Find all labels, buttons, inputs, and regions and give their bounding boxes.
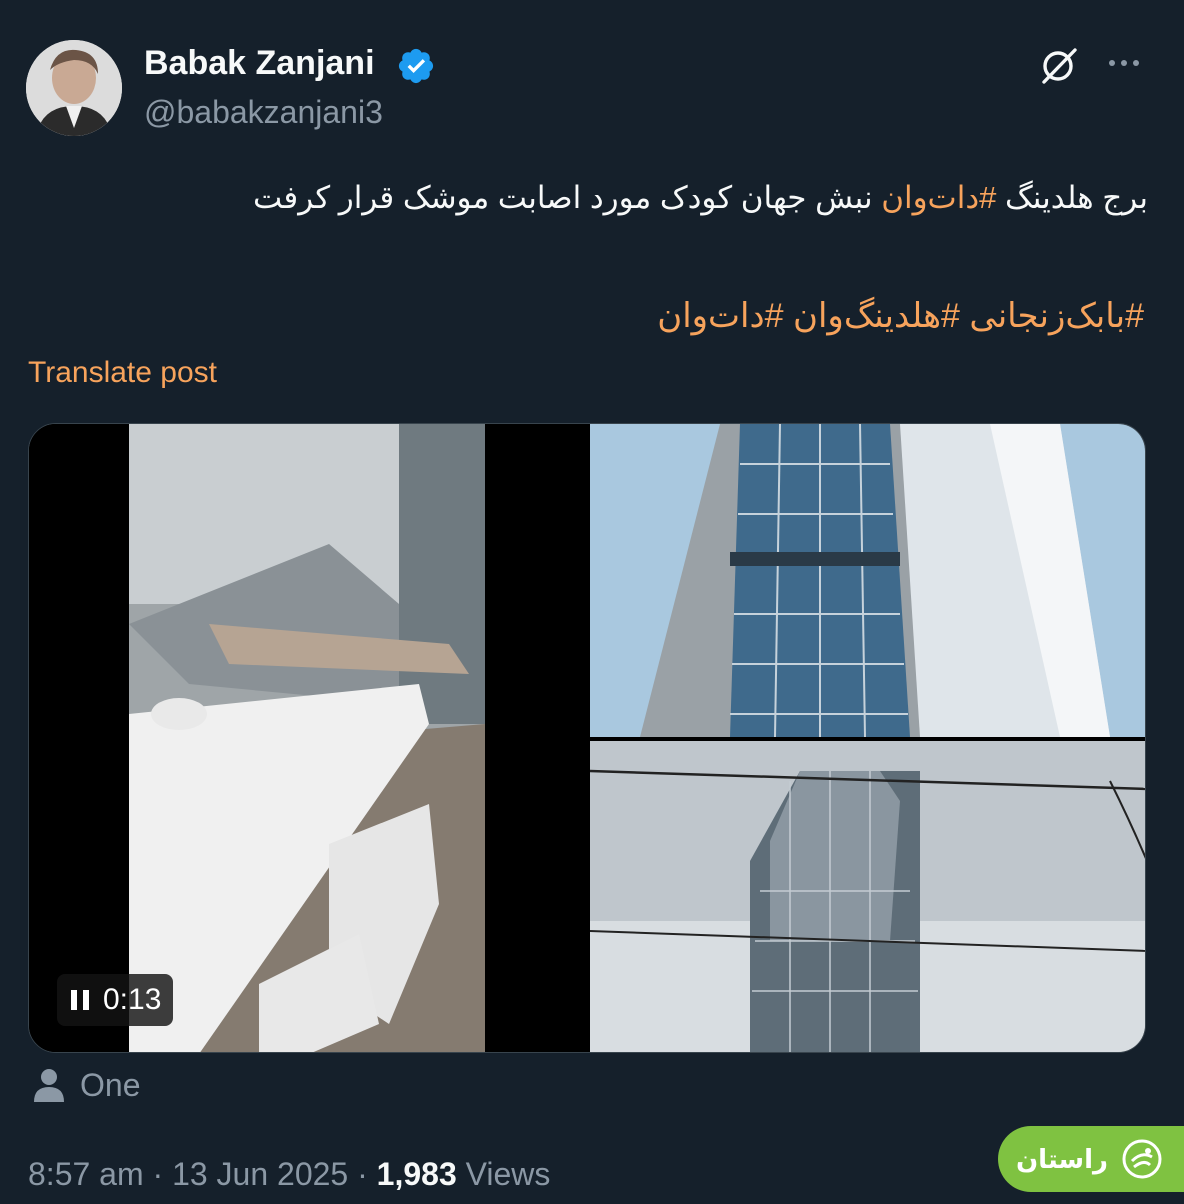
post-text-part: برج هلدینگ xyxy=(996,180,1148,215)
media-image-damaged-tower[interactable] xyxy=(589,741,1145,1052)
avatar[interactable] xyxy=(26,40,122,136)
post-text: برج هلدینگ #دات‌وان نبش جهان کودک مورد ا… xyxy=(253,180,1148,216)
video-controls[interactable]: 0:13 xyxy=(57,974,174,1026)
post-time[interactable]: 8:57 am xyxy=(28,1156,144,1192)
hashtags-line[interactable]: #بابک‌زنجانی #هلدینگ‌وان #دات‌وان xyxy=(657,296,1144,336)
video-frame xyxy=(29,424,586,1052)
media-image-tower[interactable] xyxy=(590,424,1145,738)
views-label: Views xyxy=(456,1156,551,1192)
watermark-text: راستان xyxy=(1015,1143,1108,1174)
post-meta: 8:57 am · 13 Jun 2025 · 1,983 Views xyxy=(28,1156,550,1193)
watermark-logo-icon xyxy=(1122,1139,1162,1179)
post-date[interactable]: 13 Jun 2025 xyxy=(172,1156,348,1192)
avatar-photo xyxy=(26,40,122,136)
verified-badge-icon xyxy=(398,48,434,84)
watermark-badge: راستان xyxy=(998,1126,1184,1192)
post-text-part: نبش جهان کودک مورد اصابت موشک قرار کرفت xyxy=(252,180,882,215)
translate-post-link[interactable]: Translate post xyxy=(28,356,217,390)
views-count: 1,983 xyxy=(376,1156,457,1192)
more-options-icon[interactable] xyxy=(1104,48,1144,78)
tagged-user-name: One xyxy=(80,1066,141,1103)
media-grid[interactable]: 0:13 xyxy=(28,423,1146,1053)
grok-icon[interactable] xyxy=(1038,44,1080,86)
pause-icon[interactable] xyxy=(69,988,91,1012)
damaged-tower-photo xyxy=(589,741,1145,1052)
author-display-name[interactable]: Babak Zanjani xyxy=(144,44,375,83)
hashtag-link[interactable]: #دات‌وان xyxy=(881,180,996,215)
video-timestamp: 0:13 xyxy=(103,983,162,1016)
separator: · xyxy=(348,1156,377,1192)
separator: · xyxy=(143,1156,173,1192)
tagged-users[interactable]: One xyxy=(30,1066,140,1104)
person-icon xyxy=(34,1069,64,1102)
author-handle[interactable]: @babakzanjani3 xyxy=(144,94,383,131)
tower-photo xyxy=(590,424,1145,738)
video-player[interactable]: 0:13 xyxy=(29,424,586,1052)
